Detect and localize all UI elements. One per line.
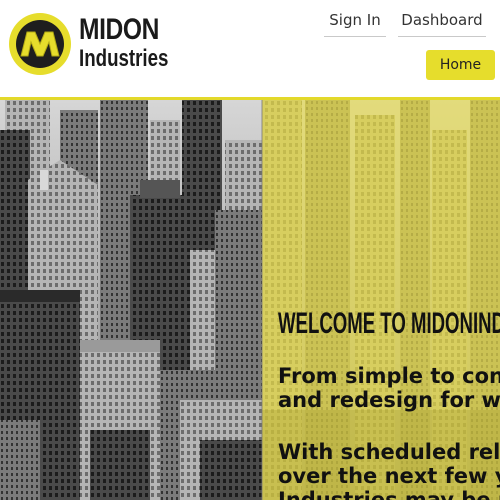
dashboard-link[interactable]: Dashboard	[398, 6, 486, 37]
brand-subtitle: Industries	[79, 45, 169, 72]
intro-paragraph: From simple to con and redesign for w	[278, 364, 500, 412]
midon-logo-icon[interactable]	[9, 13, 71, 75]
schedule-line: Industries may be r	[278, 488, 500, 500]
schedule-line: With scheduled rel	[278, 440, 500, 464]
schedule-line: over the next few y	[278, 464, 500, 488]
home-button[interactable]: Home	[426, 50, 495, 80]
welcome-heading: WELCOME TO MIDONIND	[278, 307, 500, 340]
hero-banner: WELCOME TO MIDONIND From simple to con a…	[0, 100, 500, 500]
site-header: MIDON Industries Sign In Dashboard Home	[0, 0, 500, 100]
intro-line: and redesign for w	[278, 388, 500, 412]
sign-in-link[interactable]: Sign In	[324, 6, 386, 37]
intro-line: From simple to con	[278, 364, 500, 388]
schedule-paragraph: With scheduled rel over the next few y I…	[278, 440, 500, 500]
brand-name: MIDON	[79, 13, 159, 46]
